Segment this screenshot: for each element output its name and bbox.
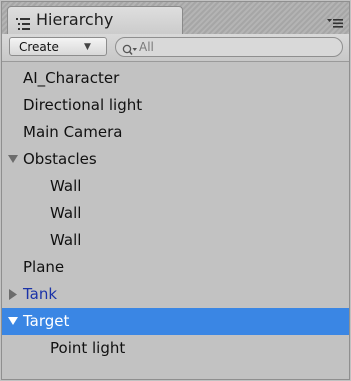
hierarchy-toolbar: Create ▼	[2, 34, 349, 62]
search-input[interactable]	[139, 39, 319, 55]
hierarchy-item-label: Tank	[23, 285, 58, 303]
tab-strip: Hierarchy	[2, 2, 349, 35]
create-button-label: Create	[19, 40, 59, 54]
hierarchy-list-icon	[16, 15, 30, 30]
hierarchy-item[interactable]: Directional light	[2, 92, 349, 119]
hierarchy-item-label: Obstacles	[23, 150, 97, 168]
hierarchy-item-label: Point light	[50, 339, 126, 357]
hierarchy-item[interactable]: Target	[2, 308, 349, 335]
hierarchy-item[interactable]: AI_Character	[2, 65, 349, 92]
search-field[interactable]	[115, 37, 343, 57]
hierarchy-item-label: Target	[23, 312, 70, 330]
hierarchy-item-label: Wall	[50, 204, 82, 222]
hierarchy-item[interactable]: Point light	[2, 335, 349, 362]
hierarchy-item[interactable]: Plane	[2, 254, 349, 281]
hierarchy-item[interactable]: Main Camera	[2, 119, 349, 146]
hierarchy-item-label: AI_Character	[23, 69, 120, 87]
hierarchy-item-label: Plane	[23, 258, 65, 276]
triangle-right-icon[interactable]	[7, 281, 19, 308]
hierarchy-item[interactable]: Wall	[2, 200, 349, 227]
hierarchy-panel: Hierarchy Create ▼ All AI_Character Dire…	[1, 1, 350, 380]
dropdown-arrow-icon: ▼	[84, 42, 91, 52]
hierarchy-item[interactable]: Wall	[2, 227, 349, 254]
tab-hierarchy[interactable]: Hierarchy	[7, 6, 183, 35]
hierarchy-item[interactable]: Tank	[2, 281, 349, 308]
hierarchy-tree: AI_Character Directional light Main Camera…	[2, 65, 349, 362]
triangle-down-icon[interactable]	[7, 146, 19, 173]
create-button[interactable]: Create ▼	[9, 37, 107, 56]
hierarchy-item-label: Wall	[50, 177, 82, 195]
tab-title: Hierarchy	[36, 10, 114, 29]
panel-menu-icon[interactable]	[327, 13, 343, 28]
hierarchy-item-label: Wall	[50, 231, 82, 249]
hierarchy-item-label: Directional light	[23, 96, 143, 114]
hierarchy-item-label: Main Camera	[23, 123, 123, 141]
triangle-down-icon[interactable]	[7, 308, 19, 335]
hierarchy-item[interactable]: Wall	[2, 173, 349, 200]
search-icon[interactable]	[122, 41, 138, 55]
hierarchy-item[interactable]: Obstacles	[2, 146, 349, 173]
